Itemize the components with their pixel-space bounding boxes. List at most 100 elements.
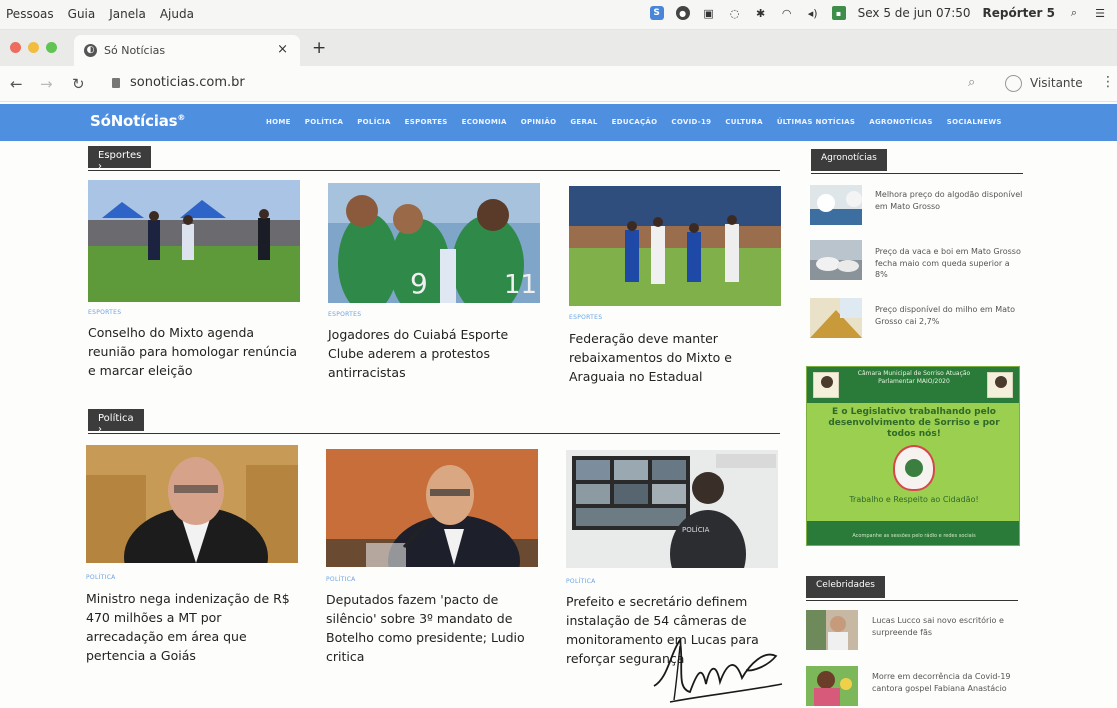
site-logo[interactable]: SóNotícias® — [90, 112, 185, 130]
site-favicon-icon: ◐ — [84, 44, 97, 57]
window-controls — [10, 42, 57, 53]
nav-covid[interactable]: COVID-19 — [671, 118, 711, 126]
menubar-datetime[interactable]: Sex 5 de jun 07:50 — [858, 6, 971, 20]
nav-geral[interactable]: GERAL — [570, 118, 597, 126]
ad-top-text: Câmara Municipal de Sorriso Atuação Parl… — [857, 370, 971, 385]
spotlight-search-icon[interactable]: ⌕ — [1067, 6, 1081, 20]
svg-text:9: 9 — [410, 267, 428, 300]
browser-tabbar: ◐ Só Notícias × + — [0, 30, 1117, 66]
nav-opiniao[interactable]: OPINIÃO — [521, 118, 557, 126]
article-image[interactable]: 9 11 — [328, 183, 540, 303]
sidebar-celebridades-link[interactable]: Celebridades — [806, 576, 885, 598]
minimize-window-button[interactable] — [28, 42, 39, 53]
sidebar-headline[interactable]: Morre em decorrência da Covid-19 cantora… — [872, 671, 1020, 694]
sidebar-headline[interactable]: Preço disponível do milho em Mato Grosso… — [875, 304, 1023, 327]
menu-ajuda[interactable]: Ajuda — [160, 7, 194, 21]
new-tab-button[interactable]: + — [312, 40, 326, 57]
section-politica-link[interactable]: Política › — [88, 409, 144, 435]
article-kicker[interactable]: ESPORTES — [328, 311, 361, 318]
sidebar-thumbnail[interactable] — [810, 185, 862, 225]
nav-economia[interactable]: ECONOMIA — [462, 118, 507, 126]
nav-socialnews[interactable]: SOCIALNEWS — [947, 118, 1002, 126]
nav-home[interactable]: HOME — [266, 118, 291, 126]
section-divider — [88, 432, 780, 434]
site-nav-links: HOME POLÍTICA POLÍCIA ESPORTES ECONOMIA … — [266, 118, 1002, 126]
article-kicker[interactable]: ESPORTES — [569, 314, 602, 321]
article-image[interactable] — [326, 449, 538, 567]
article-image[interactable] — [569, 186, 781, 306]
nav-policia[interactable]: POLÍCIA — [357, 118, 390, 126]
ad-caption: Trabalho e Respeito ao Cidadão! — [849, 495, 979, 504]
menubar-user[interactable]: Repórter 5 — [983, 6, 1055, 20]
article-kicker[interactable]: POLÍTICA — [566, 578, 596, 585]
svg-text:POLÍCIA: POLÍCIA — [682, 525, 710, 534]
article-headline[interactable]: Deputados fazem 'pacto de silêncio' sobr… — [326, 590, 526, 666]
system-menubar: Pessoas Guia Janela Ajuda S ● ▣ ◌ ✱ ◠ ◂)… — [0, 0, 1117, 30]
nav-agronoticias[interactable]: AGRONOTÍCIAS — [869, 118, 933, 126]
menu-janela[interactable]: Janela — [109, 7, 146, 21]
wifi-icon[interactable]: ◠ — [780, 6, 794, 20]
tab-title: Só Notícias — [104, 44, 166, 57]
sidebar-divider — [806, 599, 1018, 601]
profile-label[interactable]: Visitante — [1030, 76, 1083, 90]
browser-tab[interactable]: ◐ Só Notícias × — [74, 35, 300, 66]
nav-ultimas[interactable]: ÚLTIMAS NOTÍCIAS — [777, 118, 855, 126]
article-headline[interactable]: Conselho do Mixto agenda reunião para ho… — [88, 323, 303, 380]
back-arrow-icon[interactable]: ← — [10, 75, 23, 93]
url-field[interactable]: sonoticias.com.br — [130, 75, 245, 90]
ad-portrait-left — [813, 372, 839, 398]
article-headline[interactable]: Ministro nega indenização de R$ 470 milh… — [86, 589, 296, 665]
record-icon[interactable]: ● — [675, 6, 690, 20]
sidebar-headline[interactable]: Lucas Lucco sai novo escritório e surpre… — [872, 615, 1020, 638]
browser-toolbar: ← → ↻ sonoticias.com.br ⌕ Visitante ⋮ — [0, 66, 1117, 102]
status-area: S ● ▣ ◌ ✱ ◠ ◂) ▪ Sex 5 de jun 07:50 Repó… — [649, 6, 1107, 20]
close-window-button[interactable] — [10, 42, 21, 53]
app-status-icon-2[interactable]: ▣ — [702, 6, 716, 20]
clock-status-icon[interactable]: ◌ — [728, 6, 742, 20]
section-esportes-link[interactable]: Esportes › — [88, 146, 152, 172]
browser-menu-icon[interactable]: ⋮ — [1101, 74, 1115, 90]
svg-text:11: 11 — [504, 270, 537, 300]
profile-avatar-icon[interactable] — [1005, 75, 1022, 92]
sidebar-thumbnail[interactable] — [806, 666, 858, 706]
sidebar-headline[interactable]: Melhora preço do algodão disponível em M… — [875, 189, 1023, 212]
sidebar-thumbnail[interactable] — [806, 610, 858, 650]
article-kicker[interactable]: POLÍTICA — [86, 574, 116, 581]
nav-esportes[interactable]: ESPORTES — [405, 118, 448, 126]
notification-center-icon[interactable]: ☰ — [1093, 6, 1107, 20]
article-image[interactable] — [88, 180, 300, 302]
menu-pessoas[interactable]: Pessoas — [6, 7, 54, 21]
article-headline[interactable]: Jogadores do Cuiabá Esporte Clube aderem… — [328, 325, 543, 382]
ad-bottom-text: Acompanhe as sessões pelo rádio e redes … — [852, 533, 976, 539]
sidebar-thumbnail[interactable] — [810, 240, 862, 280]
app-status-icon[interactable]: S — [649, 6, 664, 20]
zoom-window-button[interactable] — [46, 42, 57, 53]
nav-educacao[interactable]: EDUCAÇÃO — [612, 118, 658, 126]
reload-icon[interactable]: ↻ — [72, 75, 85, 93]
article-image[interactable] — [86, 445, 298, 563]
sidebar-headline[interactable]: Preço da vaca e boi em Mato Grosso fecha… — [875, 246, 1023, 281]
handwritten-signature — [653, 637, 783, 703]
site-logo-text: SóNotícias — [90, 112, 178, 130]
sidebar-thumbnail[interactable] — [810, 298, 862, 338]
tab-close-button[interactable]: × — [277, 42, 288, 57]
volume-icon[interactable]: ◂) — [806, 6, 820, 20]
flag-icon[interactable]: ▪ — [831, 6, 846, 20]
ad-portrait-right — [987, 372, 1013, 398]
nav-politica[interactable]: POLÍTICA — [305, 118, 343, 126]
bluetooth-icon[interactable]: ✱ — [754, 6, 768, 20]
sidebar-advertisement[interactable]: Câmara Municipal de Sorriso Atuação Parl… — [806, 366, 1020, 546]
ad-municipal-emblem-icon — [893, 445, 935, 491]
article-image[interactable]: POLÍCIA — [566, 450, 778, 568]
search-icon[interactable]: ⌕ — [968, 75, 975, 90]
article-kicker[interactable]: POLÍTICA — [326, 576, 356, 583]
sidebar-agronoticias-link[interactable]: Agronotícias — [811, 149, 887, 171]
lock-icon[interactable] — [112, 78, 120, 88]
article-kicker[interactable]: ESPORTES — [88, 309, 121, 316]
ad-slogan: E o Legislativo trabalhando pelo desenvo… — [828, 407, 1000, 439]
site-navbar: SóNotícias® HOME POLÍTICA POLÍCIA ESPORT… — [0, 104, 1117, 141]
forward-arrow-icon[interactable]: → — [40, 75, 53, 93]
nav-cultura[interactable]: CULTURA — [725, 118, 763, 126]
menu-guia[interactable]: Guia — [68, 7, 96, 21]
article-headline[interactable]: Federação deve manter rebaixamentos do M… — [569, 329, 759, 386]
